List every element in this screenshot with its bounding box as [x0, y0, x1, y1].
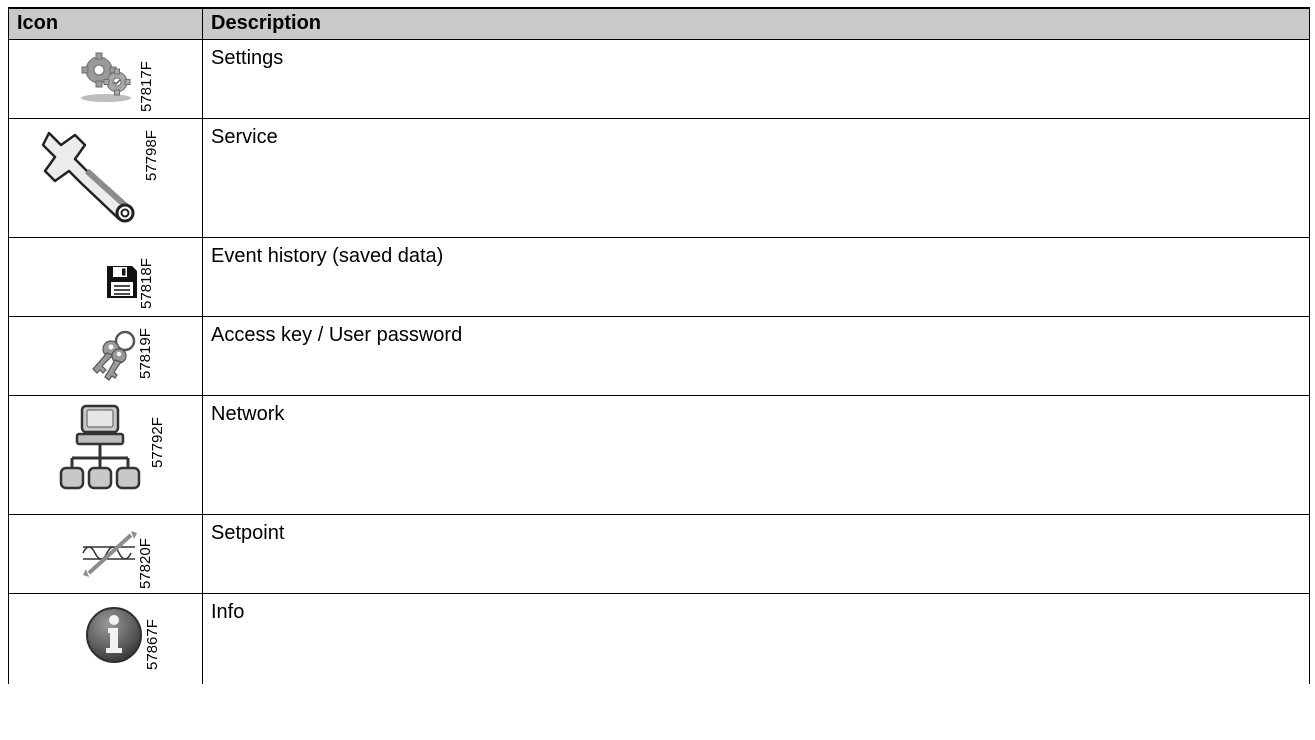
description-text: Access key / User password	[211, 324, 463, 346]
icon-cell: 57867F	[8, 593, 203, 684]
icon-code-label: 57817F	[138, 61, 155, 112]
info-icon	[86, 607, 142, 663]
table-row: 57820F Setpoint	[8, 514, 1310, 594]
icon-code-label: 57820F	[137, 538, 154, 589]
table-row: 57817F Settings	[8, 39, 1310, 119]
icon-cell: 57818F	[8, 237, 203, 317]
keys-icon	[92, 330, 136, 381]
description-cell: Access key / User password	[202, 316, 1310, 396]
icon-code-label: 57792F	[149, 417, 166, 468]
description-text: Event history (saved data)	[211, 245, 444, 267]
icon-cell: 57798F	[8, 118, 203, 238]
description-cell: Event history (saved data)	[202, 237, 1310, 317]
table-row: 57867F Info	[8, 593, 1310, 684]
table-row: 57819F Access key / User password	[8, 316, 1310, 396]
gears-icon	[81, 52, 131, 102]
wrench-icon	[41, 131, 135, 223]
description-cell: Network	[202, 395, 1310, 515]
page: Icon Description 57817F Settings 57798F …	[0, 0, 1315, 740]
table-row: 57798F Service	[8, 118, 1310, 238]
table-header-row: Icon Description	[8, 7, 1310, 40]
description-text: Network	[211, 403, 285, 425]
icon-description-table: Icon Description 57817F Settings 57798F …	[8, 7, 1310, 684]
icon-code-label: 57798F	[143, 130, 160, 181]
header-icon: Icon	[8, 7, 203, 40]
icon-cell: 57792F	[8, 395, 203, 515]
description-text: Settings	[211, 47, 284, 69]
table-row: 57792F Network	[8, 395, 1310, 515]
icon-code-label: 57819F	[137, 328, 154, 379]
description-text: Info	[211, 601, 245, 623]
icon-code-label: 57867F	[144, 619, 161, 670]
setpoint-icon	[82, 531, 137, 577]
table-row: 57818F Event history (saved data)	[8, 237, 1310, 317]
icon-cell: 57819F	[8, 316, 203, 396]
icon-cell: 57817F	[8, 39, 203, 119]
description-text: Setpoint	[211, 522, 285, 544]
icon-cell: 57820F	[8, 514, 203, 594]
description-cell: Info	[202, 593, 1310, 684]
floppy-disk-icon	[107, 266, 137, 298]
icon-code-label: 57818F	[138, 258, 155, 309]
header-icon-label: Icon	[17, 12, 59, 34]
network-icon	[59, 404, 141, 490]
header-description: Description	[202, 7, 1310, 40]
header-description-label: Description	[211, 12, 322, 34]
description-text: Service	[211, 126, 278, 148]
description-cell: Service	[202, 118, 1310, 238]
description-cell: Settings	[202, 39, 1310, 119]
description-cell: Setpoint	[202, 514, 1310, 594]
